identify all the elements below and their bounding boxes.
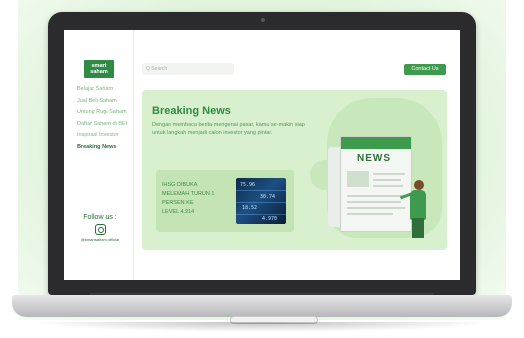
instagram-icon[interactable] <box>94 224 106 235</box>
article-headline[interactable]: IHSG DIBUKA MELEMAH TURUN 1 PERSEN KE LE… <box>162 181 234 217</box>
laptop-shadow <box>30 322 494 332</box>
sidebar-item-jual-beli-saham[interactable]: Jual Beli Saham <box>77 98 131 105</box>
stock-tick: 18.52 <box>242 205 258 211</box>
newspaper-text-line <box>347 201 401 203</box>
contact-us-button[interactable]: Contact Us <box>404 64 446 75</box>
board-gridline <box>236 202 286 203</box>
laptop-base <box>12 295 512 317</box>
sidebar-item-belajar-saham[interactable]: Belajar Saham <box>77 86 131 93</box>
page-title: Breaking News <box>152 105 231 117</box>
sidebar-item-breaking-news[interactable]: Breaking News <box>77 144 131 151</box>
person-head <box>414 180 424 190</box>
sidebar-item-daftar-saham[interactable]: Daftar Saham di BEI <box>77 121 131 128</box>
person-legs <box>412 218 424 238</box>
sidebar-item-untung-rugi-saham[interactable]: Untung Rugi Saham <box>77 109 131 116</box>
newspaper-title: NEWS <box>357 153 391 164</box>
board-gridline <box>236 190 286 191</box>
stock-tick: 75.96 <box>240 182 256 188</box>
newspaper-text-line <box>373 173 405 175</box>
newspaper-text-line <box>347 213 393 215</box>
search-input[interactable]: Q Search <box>142 63 234 75</box>
newspaper-text-line <box>347 207 405 209</box>
stock-board-image[interactable]: 75.96 30.74 18.52 4.970 <box>236 178 286 224</box>
headline-line: LEVEL 4.914 <box>162 209 195 215</box>
headline-line: IHSG DIBUKA <box>162 182 198 188</box>
follow-label: Follow us : <box>83 214 117 221</box>
newspaper-text-line <box>373 179 401 181</box>
headline-line: PERSEN KE <box>162 200 194 206</box>
logo-line-2: saham <box>90 69 108 75</box>
stock-tick: 30.74 <box>260 194 276 200</box>
headline-line: MELEMAH TURUN 1 <box>162 191 215 197</box>
breaking-news-card: Breaking News Dengan membaca berita meng… <box>142 90 447 250</box>
brand-logo[interactable]: smart saham <box>84 60 114 78</box>
newspaper-header <box>341 137 411 149</box>
laptop-screen: smart saham Belajar Saham Jual Beli Saha… <box>64 30 460 280</box>
newspaper-photo <box>347 171 369 187</box>
person-body <box>410 190 426 220</box>
sidebar: smart saham Belajar Saham Jual Beli Saha… <box>64 30 134 280</box>
newspaper-illustration: NEWS <box>340 136 412 232</box>
news-article-card[interactable]: IHSG DIBUKA MELEMAH TURUN 1 PERSEN KE LE… <box>156 170 294 232</box>
sidebar-nav: Belajar Saham Jual Beli Saham Untung Rug… <box>77 86 131 155</box>
newspaper-text-line <box>373 185 403 187</box>
sidebar-item-inspirasi-investor[interactable]: Inspirasi Investor <box>77 132 131 139</box>
instagram-handle[interactable]: @smartsaham.official <box>74 237 126 242</box>
board-gridline <box>236 214 286 215</box>
social-follow: Follow us : @smartsaham.official <box>74 214 126 242</box>
webcam-icon <box>261 18 265 22</box>
news-description: Dengan membaca berita mengenai pasar, ka… <box>152 122 305 136</box>
stock-tick: 4.970 <box>262 216 278 222</box>
newspaper-text-line <box>347 195 405 197</box>
